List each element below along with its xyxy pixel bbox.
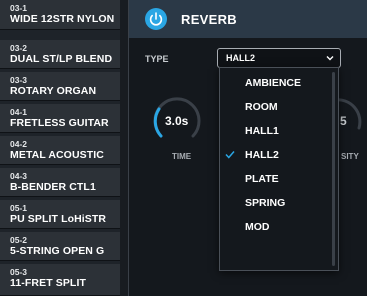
effect-header: REVERB xyxy=(129,0,367,38)
dropdown-option-plate[interactable]: PLATE xyxy=(220,167,328,191)
preset-name: METAL ACOUSTIC xyxy=(10,149,104,161)
preset-name: PU SPLIT LoHiSTR xyxy=(10,213,107,225)
dropdown-option-hall1[interactable]: HALL1 xyxy=(220,119,328,143)
preset-item[interactable]: 03-2 DUAL ST/LP BLEND xyxy=(0,40,120,69)
preset-item[interactable]: 03-3 ROTARY ORGAN xyxy=(0,72,120,101)
preset-name: B-BENDER CTL1 xyxy=(10,181,96,193)
preset-item[interactable]: 04-2 METAL ACOUSTIC xyxy=(0,136,120,165)
preset-item[interactable]: 05-1 PU SPLIT LoHiSTR xyxy=(0,200,120,229)
dropdown-option-label: HALL2 xyxy=(245,149,279,161)
type-dropdown-menu: AMBIENCE ROOM HALL1 HALL2 PLATE SPRING M… xyxy=(219,67,339,271)
power-icon xyxy=(149,12,163,26)
preset-item[interactable]: 05-3 11-FRET SPLIT xyxy=(0,264,120,296)
preset-item[interactable]: 05-2 5-STRING OPEN G xyxy=(0,232,120,261)
power-button[interactable] xyxy=(145,8,167,30)
dropdown-option-hall2[interactable]: HALL2 xyxy=(220,143,328,167)
preset-name: DUAL ST/LP BLEND xyxy=(10,53,113,65)
type-select-value: HALL2 xyxy=(226,53,255,63)
preset-item[interactable]: 04-1 FRETLESS GUITAR xyxy=(0,104,120,133)
time-value: 3.0s xyxy=(165,114,189,128)
density-value: 5 xyxy=(340,114,347,128)
preset-item[interactable]: 03-1 WIDE 12STR NYLON xyxy=(0,0,120,30)
dropdown-option-room[interactable]: ROOM xyxy=(220,95,328,119)
preset-name: FRETLESS GUITAR xyxy=(10,117,109,129)
effect-title: REVERB xyxy=(181,12,237,27)
time-label: TIME xyxy=(172,152,192,161)
app-window: 03-1 WIDE 12STR NYLON 03-2 DUAL ST/LP BL… xyxy=(0,0,367,296)
type-select[interactable]: HALL2 xyxy=(217,48,341,68)
dropdown-option-spring[interactable]: SPRING xyxy=(220,191,328,215)
preset-sidebar: 03-1 WIDE 12STR NYLON 03-2 DUAL ST/LP BL… xyxy=(0,0,129,296)
type-label: TYPE xyxy=(145,54,169,64)
preset-name: 11-FRET SPLIT xyxy=(10,277,86,289)
density-label: SITY xyxy=(341,152,359,161)
checkmark-icon xyxy=(225,151,235,159)
chevron-down-icon xyxy=(326,56,334,61)
preset-name: 5-STRING OPEN G xyxy=(10,245,105,257)
dropdown-option-mod[interactable]: MOD xyxy=(220,215,328,239)
dropdown-scrollbar[interactable] xyxy=(332,72,335,266)
sidebar-scrollbar[interactable] xyxy=(120,0,128,296)
preset-item[interactable]: 04-3 B-BENDER CTL1 xyxy=(0,168,120,197)
preset-name: WIDE 12STR NYLON xyxy=(10,13,115,25)
preset-name: ROTARY ORGAN xyxy=(10,85,97,97)
dropdown-option-ambience[interactable]: AMBIENCE xyxy=(220,71,328,95)
